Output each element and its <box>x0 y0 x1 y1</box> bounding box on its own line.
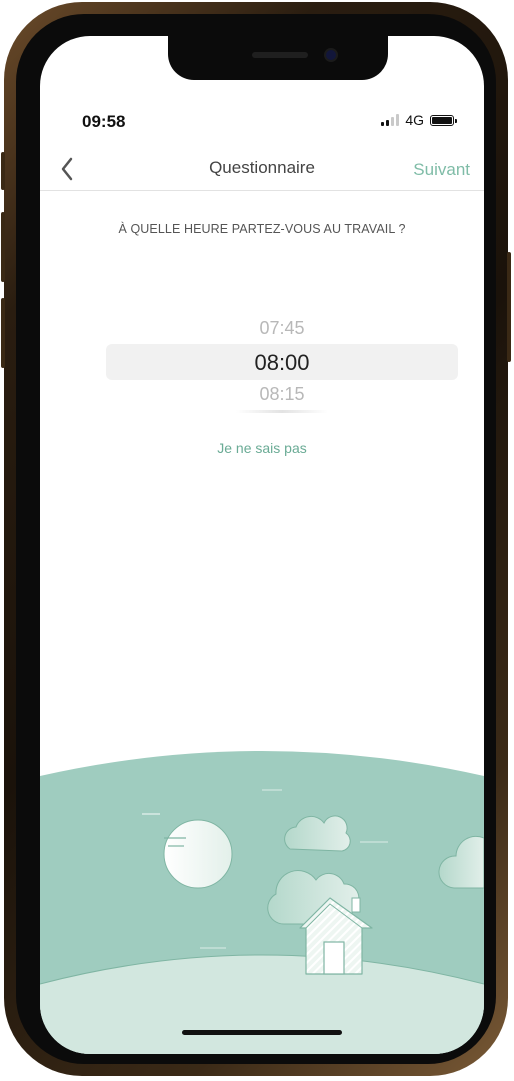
home-indicator[interactable] <box>182 1030 342 1035</box>
network-label: 4G <box>405 112 424 128</box>
picker-option-previous[interactable]: 07:45 <box>106 318 458 339</box>
sun-icon <box>163 819 233 889</box>
volume-down-button <box>1 298 5 368</box>
bezel: 09:58 4G Questionnaire Suivant À QUELLE … <box>16 14 496 1064</box>
picker-option-selected[interactable]: 08:00 <box>106 350 458 376</box>
status-indicators: 4G <box>381 112 457 128</box>
front-camera <box>326 50 336 60</box>
signal-icon <box>381 114 400 126</box>
picker-option-next[interactable]: 08:15 <box>106 384 458 405</box>
dont-know-link[interactable]: Je ne sais pas <box>40 440 484 456</box>
mute-switch <box>1 152 5 190</box>
question-text: À QUELLE HEURE PARTEZ-VOUS AU TRAVAIL ? <box>118 222 406 236</box>
landscape-illustration <box>40 751 484 1054</box>
picker-next-faded-option <box>236 410 328 413</box>
screen: 09:58 4G Questionnaire Suivant À QUELLE … <box>40 36 484 1054</box>
notch <box>168 36 388 80</box>
next-button[interactable]: Suivant <box>413 160 470 180</box>
battery-icon <box>430 114 457 126</box>
volume-up-button <box>1 212 5 282</box>
speaker <box>252 52 308 58</box>
hill-front <box>40 955 484 1054</box>
phone-frame: 09:58 4G Questionnaire Suivant À QUELLE … <box>1 2 511 1076</box>
time-picker[interactable]: 07:45 08:00 08:15 <box>106 312 458 422</box>
power-button <box>507 252 511 362</box>
status-time: 09:58 <box>82 112 126 131</box>
navigation-bar: Questionnaire Suivant <box>40 148 484 191</box>
